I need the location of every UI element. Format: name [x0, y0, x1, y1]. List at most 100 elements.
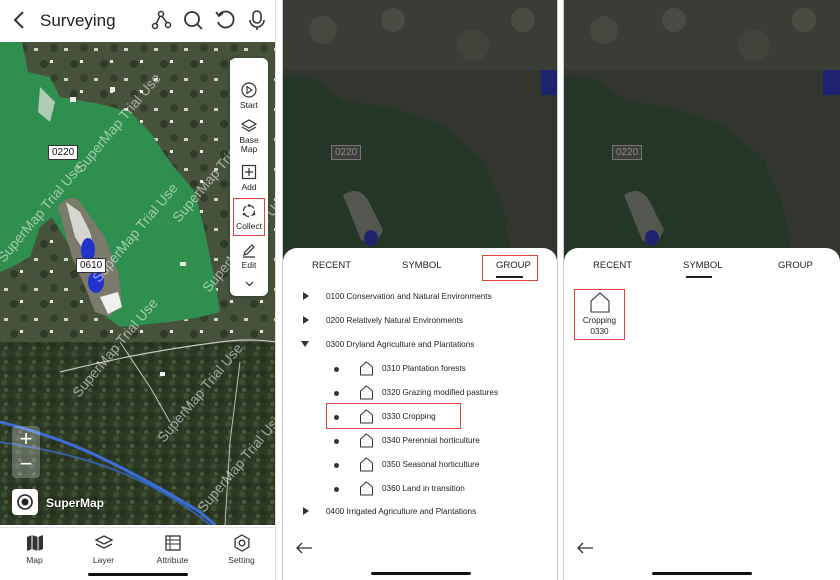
- base-map-tool[interactable]: Base Map: [230, 118, 268, 154]
- symbol-screen: 0220 RECENT SYMBOL GROUP Cropping 0330: [563, 0, 840, 580]
- dimmed-imagery: [564, 0, 840, 262]
- group-symbol-screen: 0220 RECENT SYMBOL GROUP 0100 Conservati…: [282, 0, 558, 580]
- start-label: Start: [240, 100, 258, 110]
- symbol-row[interactable]: 0350 Seasonal horticulture: [283, 457, 557, 475]
- map-icon: [26, 535, 43, 551]
- polygon-symbol-icon: [360, 457, 373, 472]
- group-row-label: 0200 Relatively Natural Environments: [326, 316, 463, 325]
- bottom-tab-bar: Map Layer Attribute Setting: [0, 527, 275, 580]
- parcel-label: 0220: [612, 145, 643, 160]
- symbol-row-label: 0350 Seasonal horticulture: [382, 460, 480, 469]
- polygon-symbol-icon: [589, 292, 610, 313]
- brand-logo: SuperMap: [46, 496, 105, 510]
- search-icon[interactable]: [182, 9, 204, 31]
- group-row-label: 0300 Dryland Agriculture and Plantations: [326, 340, 475, 349]
- parcel-label: 0220: [331, 145, 362, 160]
- tab-setting-label: Setting: [228, 555, 255, 565]
- map-view-dimmed[interactable]: 0220: [283, 0, 557, 262]
- tab-symbol[interactable]: SYMBOL: [402, 260, 442, 271]
- parcel-label: 0610: [76, 258, 107, 273]
- symbol-row-label: 0340 Perennial horticulture: [382, 436, 480, 445]
- home-indicator: [371, 572, 471, 575]
- symbol-tile[interactable]: Cropping 0330: [574, 289, 625, 340]
- base-map-label: Base Map: [239, 135, 259, 154]
- undo-icon[interactable]: [214, 9, 236, 31]
- tab-symbol[interactable]: SYMBOL: [683, 260, 723, 271]
- symbol-row[interactable]: 0360 Land in transition: [283, 481, 557, 499]
- route-icon[interactable]: [150, 9, 172, 31]
- back-arrow-icon[interactable]: [576, 542, 594, 554]
- caret-right-icon: [303, 507, 309, 515]
- tab-setting[interactable]: Setting: [207, 534, 275, 565]
- sheet-tabs: RECENT SYMBOL GROUP: [564, 260, 840, 280]
- parcel-label: 0220: [48, 145, 79, 160]
- symbol-sheet: RECENT SYMBOL GROUP Cropping 0330: [564, 248, 840, 580]
- collect-highlight: [233, 198, 265, 236]
- caret-right-icon: [303, 292, 309, 300]
- polygon-symbol-icon: [360, 433, 373, 448]
- edit-tool[interactable]: Edit: [230, 242, 268, 270]
- target-icon: [17, 494, 33, 510]
- map-screen: SuperMap Trial Use SuperMap Trial Use Su…: [0, 0, 276, 580]
- symbol-row-label: 0310 Plantation forests: [382, 364, 466, 373]
- symbol-name: Cropping: [582, 316, 617, 325]
- home-indicator: [652, 572, 752, 575]
- tab-layer-label: Layer: [92, 555, 115, 565]
- chevron-down-icon[interactable]: [245, 281, 254, 287]
- symbol-sheet: RECENT SYMBOL GROUP 0100 Conservation an…: [283, 248, 557, 580]
- polygon-symbol-icon: [360, 361, 373, 376]
- tool-panel: Start Base Map Add Collect Edit: [230, 58, 268, 296]
- pencil-icon: [243, 244, 255, 258]
- start-tool[interactable]: Start: [230, 82, 268, 110]
- edit-label: Edit: [241, 260, 257, 270]
- bullet-icon: [334, 439, 339, 444]
- back-chevron-icon[interactable]: [10, 9, 30, 31]
- tab-recent[interactable]: RECENT: [312, 260, 351, 271]
- group-tab-highlight: [482, 255, 538, 281]
- gear-icon: [233, 534, 250, 552]
- symbol-row-label: 0320 Grazing modified pastures: [382, 388, 499, 397]
- tab-attribute[interactable]: Attribute: [138, 534, 207, 565]
- locate-button[interactable]: [12, 489, 38, 515]
- top-bar: Surveying: [0, 0, 275, 42]
- map-view-dimmed[interactable]: 0220: [564, 0, 840, 262]
- play-icon: [241, 82, 257, 98]
- page-title: Surveying: [40, 11, 116, 30]
- microphone-icon[interactable]: [246, 9, 268, 31]
- zoom-control: + −: [12, 426, 40, 478]
- add-label: Add: [241, 182, 257, 192]
- layers-icon: [94, 535, 113, 549]
- home-indicator: [88, 573, 188, 576]
- polygon-symbol-icon: [360, 385, 373, 400]
- zoom-out-button[interactable]: −: [12, 453, 40, 475]
- bullet-icon: [334, 391, 339, 396]
- dimmed-imagery: [283, 0, 557, 262]
- back-arrow-icon[interactable]: [295, 542, 313, 554]
- tab-layer[interactable]: Layer: [69, 534, 138, 565]
- symbol-row[interactable]: 0310 Plantation forests: [283, 361, 557, 379]
- group-row-label: 0100 Conservation and Natural Environmen…: [326, 292, 492, 301]
- active-tab-indicator: [686, 276, 712, 278]
- bullet-icon: [334, 463, 339, 468]
- symbol-row[interactable]: 0320 Grazing modified pastures: [283, 385, 557, 403]
- add-tool[interactable]: Add: [230, 164, 268, 192]
- symbol-code: 0330: [590, 327, 609, 336]
- tab-attribute-label: Attribute: [156, 555, 189, 565]
- layers-icon: [241, 119, 257, 132]
- tab-group[interactable]: GROUP: [778, 260, 813, 271]
- symbol-row-label: 0360 Land in transition: [382, 484, 465, 493]
- plus-square-icon: [241, 164, 257, 180]
- tab-recent[interactable]: RECENT: [593, 260, 632, 271]
- bullet-icon: [334, 487, 339, 492]
- bullet-icon: [334, 367, 339, 372]
- table-icon: [164, 535, 181, 551]
- zoom-in-button[interactable]: +: [12, 428, 40, 450]
- group-row-label: 0400 Irrigated Agriculture and Plantatio…: [326, 507, 477, 516]
- symbol-row[interactable]: 0340 Perennial horticulture: [283, 433, 557, 451]
- tab-map[interactable]: Map: [0, 534, 69, 565]
- polygon-symbol-icon: [360, 481, 373, 496]
- caret-right-icon: [303, 316, 309, 324]
- cropping-row-highlight: [326, 403, 461, 429]
- tab-map-label: Map: [26, 555, 43, 565]
- caret-down-icon: [301, 341, 309, 347]
